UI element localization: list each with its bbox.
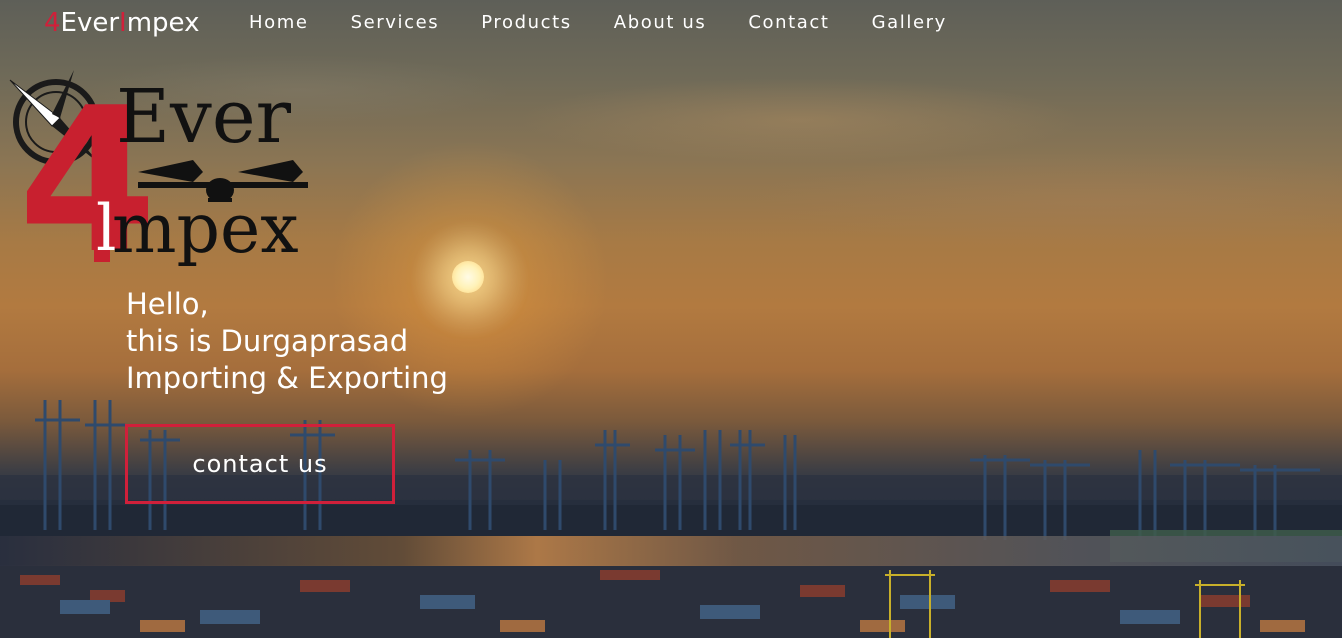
harbor-water bbox=[0, 536, 1342, 566]
hero-line-3: Importing & Exporting bbox=[126, 361, 448, 395]
hero-line-1: Hello, bbox=[126, 287, 209, 321]
top-navbar: 4EverImpex Home Services Products About … bbox=[0, 0, 1342, 48]
logo-word-ever: Ever bbox=[116, 74, 292, 160]
contact-us-button[interactable]: contact us bbox=[125, 424, 395, 504]
port-skyline-image bbox=[0, 400, 1342, 638]
nav-link-home[interactable]: Home bbox=[249, 12, 309, 33]
sun bbox=[452, 261, 484, 293]
hero-section: 4EverImpex Home Services Products About … bbox=[0, 0, 1342, 638]
nav-link-about[interactable]: About us bbox=[614, 12, 707, 33]
nav-links: Home Services Products About us Contact … bbox=[249, 12, 989, 33]
brand-text-2: mpex bbox=[126, 8, 200, 38]
nav-link-gallery[interactable]: Gallery bbox=[872, 12, 947, 33]
company-logo: 4 Ever l mpex bbox=[9, 65, 308, 270]
nav-link-contact[interactable]: Contact bbox=[748, 12, 829, 33]
logo-word-mpex: mpex bbox=[112, 190, 299, 269]
nav-link-products[interactable]: Products bbox=[481, 12, 572, 33]
brand-wordmark[interactable]: 4EverImpex bbox=[44, 8, 199, 38]
brand-text-1: Ever bbox=[60, 8, 120, 38]
hero-line-2: this is Durgaprasad bbox=[126, 324, 409, 358]
hero-headline: Hello, this is Durgaprasad Importing & E… bbox=[126, 286, 448, 397]
nav-link-services[interactable]: Services bbox=[351, 12, 440, 33]
brand-accent: I bbox=[119, 8, 127, 38]
brand-digit: 4 bbox=[44, 8, 61, 38]
